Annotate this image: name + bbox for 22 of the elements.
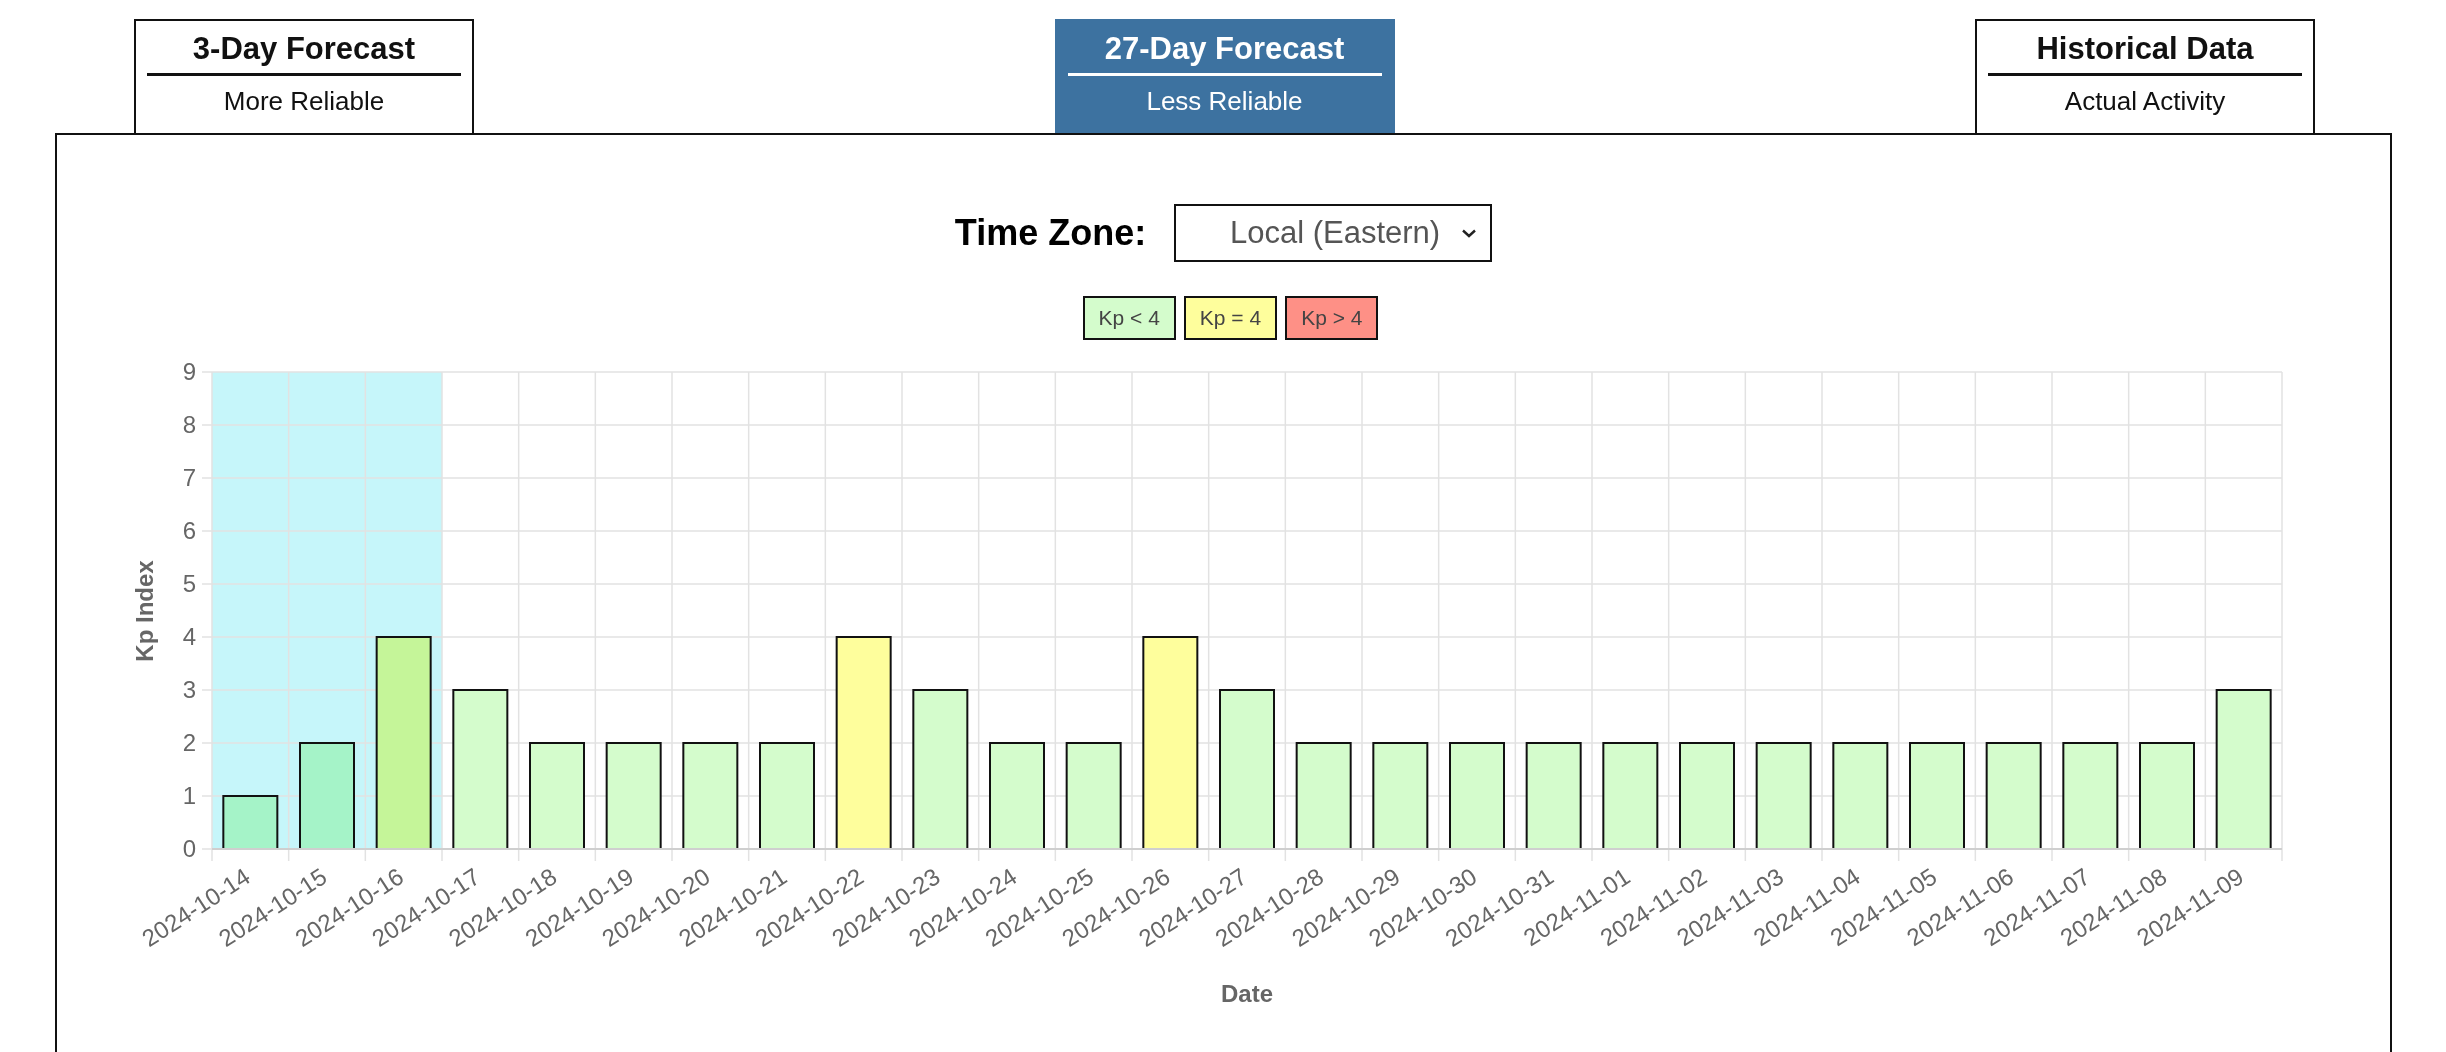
legend-item: Kp < 4 <box>1082 296 1176 340</box>
kp-bar <box>222 795 279 850</box>
forecast-tab[interactable]: 27-Day Forecast Less Reliable <box>1054 19 1395 133</box>
legend-item: Kp > 4 <box>1285 296 1379 340</box>
y-tick-label: 8 <box>182 411 196 438</box>
y-tick-label: 7 <box>182 464 196 491</box>
legend-item: Kp = 4 <box>1183 296 1278 340</box>
time-zone-select[interactable]: Local (Eastern) <box>1174 204 1493 262</box>
time-zone-label: Time Zone: <box>954 212 1147 254</box>
y-tick-label: 2 <box>182 729 196 756</box>
forecast-tab[interactable]: Historical Data Actual Activity <box>1975 19 2315 133</box>
y-tick-label: 6 <box>182 517 196 544</box>
y-axis-title: Kp Index <box>131 560 158 662</box>
y-tick-label: 9 <box>182 358 196 385</box>
y-tick-label: 5 <box>182 570 196 597</box>
y-tick-label: 1 <box>182 782 196 809</box>
y-tick-label: 3 <box>182 676 196 703</box>
chevron-down-icon <box>1462 228 1477 238</box>
y-tick-label: 0 <box>182 835 196 862</box>
x-axis-title: Date <box>1221 980 1273 1007</box>
y-tick-label: 4 <box>182 623 196 650</box>
forecast-tab[interactable]: 3-Day Forecast More Reliable <box>134 19 474 133</box>
